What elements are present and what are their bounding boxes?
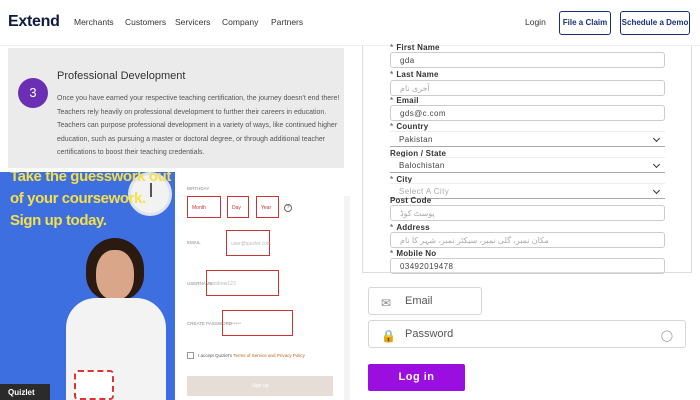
signup-password-input[interactable]: •••••••• [222,310,293,336]
ad-headline-line2: of your coursework. [10,190,146,207]
email-label: EMAIL [187,240,201,245]
mobile-input[interactable]: 03492019478 [390,258,665,274]
signup-email-input[interactable]: user@quizlet.com [226,230,271,256]
extend-logo[interactable]: Extend [8,13,60,31]
first-name-label: * First Name [390,43,440,52]
terms-checkbox[interactable] [187,352,194,359]
file-claim-button[interactable]: File a Claim [559,11,611,35]
professional-development-card: 3 Professional Development Once you have… [8,48,344,168]
step-number-badge: 3 [18,78,48,108]
login-email-field[interactable]: ✉ Email [368,287,482,315]
envelope-icon: ✉ [381,296,392,310]
email-input[interactable]: gds@c.com [390,105,665,121]
card-description: Once you have earned your respective tea… [57,95,340,156]
postcode-input[interactable]: پوسٹ کوڈ [390,205,665,221]
schedule-demo-button[interactable]: Schedule a Demo [620,11,690,35]
quizlet-ad-banner[interactable]: Take the guesswork out of your coursewor… [0,172,175,400]
country-label: * Country [390,122,429,131]
nav-link-customers[interactable]: Customers [125,17,166,27]
birthday-label: BIRTHDAY [187,186,210,191]
top-nav: Extend Merchants Customers Servicers Com… [0,0,700,46]
signup-button[interactable]: Sign up [187,376,333,396]
login-password-placeholder: Password [405,328,454,340]
eye-slash-icon[interactable]: ◯ [661,329,673,342]
help-icon[interactable]: ? [284,204,292,212]
nav-link-merchants[interactable]: Merchants [74,17,114,27]
postcode-label: Post Code [390,196,432,205]
card-title: Professional Development [57,70,186,82]
last-name-label: * Last Name [390,70,439,79]
address-input[interactable]: مکان نمبر، گلی نمبر، سیکٹر نمبر، شہر کا … [390,232,665,248]
mobile-label: * Mobile No [390,249,437,258]
address-label: * Address [390,223,430,232]
popcorn-illustration [74,370,114,400]
email-label-reg: * Email [390,96,419,105]
signup-scrollbar[interactable] [344,196,350,400]
birth-month-select[interactable]: Month [187,196,221,218]
region-select[interactable]: Balochistan [390,157,665,173]
birth-year-select[interactable]: Year [256,196,279,218]
nav-link-company[interactable]: Company [222,17,258,27]
login-button[interactable]: Log in [368,364,465,391]
chevron-down-icon [652,160,661,169]
login-password-field[interactable]: 🔒 Password ◯ [368,320,686,348]
ad-headline-line1: Take the guesswork out [10,172,171,185]
terms-link[interactable]: Terms of Service and Privacy Policy [233,353,305,358]
last-name-input[interactable]: آخری نام [390,80,665,96]
student-photo-face [96,250,134,300]
terms-prefix: I accept Quizlet's [198,353,233,358]
birth-day-select[interactable]: Day [227,196,249,218]
nav-link-partners[interactable]: Partners [271,17,303,27]
ad-headline-line3: Sign up today. [10,212,107,229]
chevron-down-icon [652,134,661,143]
country-select[interactable]: Pakistan [390,131,665,147]
nav-link-servicers[interactable]: Servicers [175,17,210,27]
nav-login-link[interactable]: Login [525,17,546,27]
terms-text: I accept Quizlet's Terms of Service and … [198,353,305,358]
first-name-input[interactable]: gda [390,52,665,68]
lock-icon: 🔒 [381,329,396,343]
signup-username-input[interactable]: andrew123 [206,270,279,296]
screenshot-root: Extend Merchants Customers Servicers Com… [0,0,700,400]
quizlet-logo: Quizlet [8,388,35,397]
chevron-down-icon [652,186,661,195]
login-email-placeholder: Email [405,295,433,307]
